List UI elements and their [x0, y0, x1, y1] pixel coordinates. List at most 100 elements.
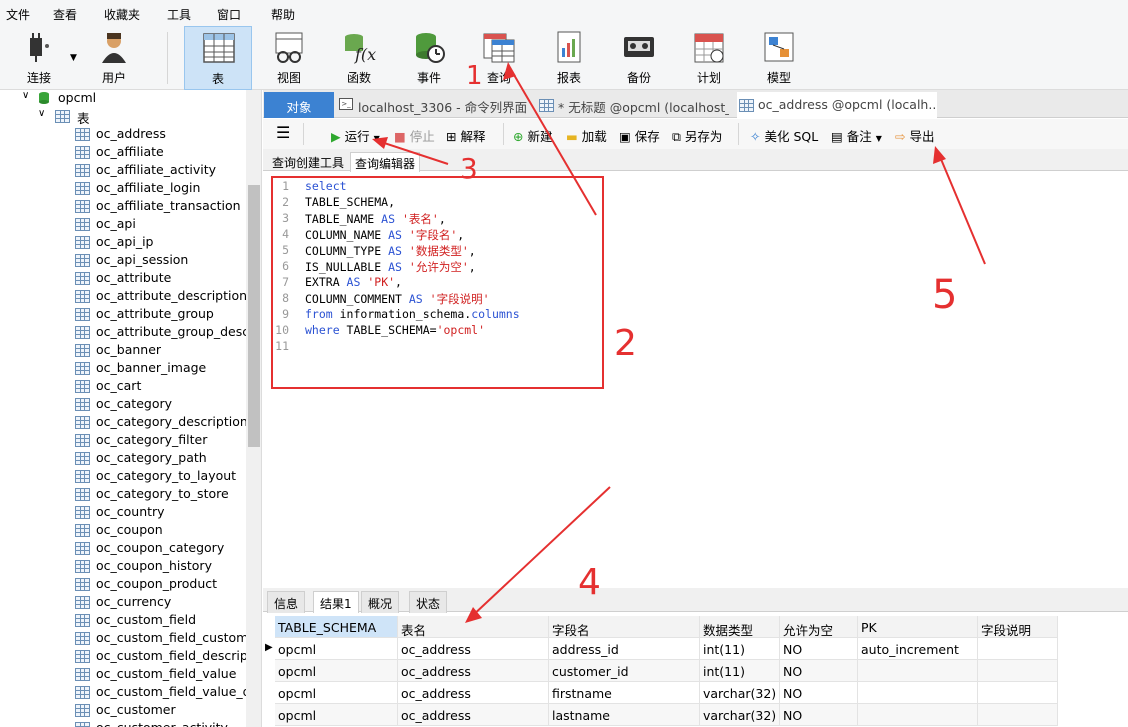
- tree-table-item[interactable]: oc_category_to_store: [0, 486, 246, 504]
- grid-cell[interactable]: customer_id: [549, 660, 700, 682]
- schedule-button[interactable]: 计划: [675, 26, 743, 90]
- grid-cell[interactable]: NO: [780, 660, 858, 682]
- tree-table-item[interactable]: oc_api_ip: [0, 234, 246, 252]
- save-as-button[interactable]: ⧉ 另存为: [672, 126, 722, 145]
- tree-table-item[interactable]: oc_custom_field_value: [0, 666, 246, 684]
- tree-table-item[interactable]: oc_api: [0, 216, 246, 234]
- grid-cell[interactable]: opcml: [275, 682, 398, 704]
- connect-button[interactable]: 连接: [5, 26, 73, 90]
- grid-header[interactable]: PK: [858, 616, 978, 638]
- backup-button[interactable]: 备份: [605, 26, 673, 90]
- grid-cell[interactable]: [858, 660, 978, 682]
- caret-down-icon[interactable]: ▼: [374, 134, 380, 143]
- result-grid[interactable]: TABLE_SCHEMA 表名 字段名 数据类型 允许为空 PK 字段说明 ▶ opcml oc_…: [263, 613, 1128, 727]
- tab-status[interactable]: 状态: [409, 591, 448, 613]
- tree-table-item[interactable]: oc_category_to_layout: [0, 468, 246, 486]
- menu-tools[interactable]: 工具: [167, 6, 191, 23]
- tab-query-editor[interactable]: 查询编辑器: [350, 152, 421, 172]
- tab-overview[interactable]: 概况: [361, 591, 400, 613]
- grid-cell[interactable]: [858, 682, 978, 704]
- tab-console[interactable]: >_ localhost_3306 - 命令列界面: [339, 92, 529, 118]
- grid-cell[interactable]: [978, 660, 1058, 682]
- grid-header[interactable]: TABLE_SCHEMA: [275, 616, 398, 638]
- beautify-sql-button[interactable]: ✧ 美化 SQL: [750, 126, 818, 145]
- tree-table-item[interactable]: oc_custom_field_descriptio: [0, 648, 261, 666]
- tree-tables-group[interactable]: ∨ 表: [0, 108, 246, 126]
- grid-cell[interactable]: varchar(32): [700, 682, 780, 704]
- grid-cell[interactable]: auto_increment: [858, 638, 978, 660]
- grid-cell[interactable]: int(11): [700, 660, 780, 682]
- table-button[interactable]: 表: [184, 26, 252, 90]
- caret-down-icon[interactable]: ▼: [876, 134, 882, 143]
- object-tree[interactable]: ∨ opcml ∨ 表 oc_address oc_affiliate oc_aff…: [0, 90, 262, 727]
- sql-editor[interactable]: 1 select 2 TABLE_SCHEMA, 3 TABLE_NAME AS '表名'…: [263, 172, 1128, 587]
- tree-table-item[interactable]: oc_affiliate: [0, 144, 246, 162]
- tree-table-item[interactable]: oc_customer_activity: [0, 720, 246, 727]
- grid-cell[interactable]: varchar(32): [700, 704, 780, 726]
- grid-cell[interactable]: NO: [780, 638, 858, 660]
- tree-table-item[interactable]: oc_customer: [0, 702, 246, 720]
- tree-table-item[interactable]: oc_category_filter: [0, 432, 246, 450]
- menu-help[interactable]: 帮助: [271, 6, 295, 23]
- explain-button[interactable]: ⊞ 解释: [446, 126, 485, 145]
- connect-dropdown-icon[interactable]: ▼: [70, 53, 77, 63]
- grid-cell[interactable]: [978, 638, 1058, 660]
- grid-cell[interactable]: oc_address: [398, 638, 549, 660]
- tab-result1[interactable]: 结果1: [313, 591, 359, 613]
- grid-header[interactable]: 允许为空: [780, 616, 858, 638]
- grid-cell[interactable]: [858, 704, 978, 726]
- grid-cell[interactable]: opcml: [275, 704, 398, 726]
- view-button[interactable]: 视图: [255, 26, 323, 90]
- tree-table-item[interactable]: oc_attribute_group: [0, 306, 246, 324]
- tab-info[interactable]: 信息: [267, 591, 306, 613]
- grid-cell[interactable]: opcml: [275, 660, 398, 682]
- grid-cell[interactable]: NO: [780, 682, 858, 704]
- tree-db-node[interactable]: ∨ opcml: [0, 90, 246, 108]
- tab-query-builder[interactable]: 查询创建工具: [268, 152, 348, 172]
- function-button[interactable]: f(x) 函数: [325, 26, 393, 90]
- grid-header[interactable]: 字段名: [549, 616, 700, 638]
- grid-cell[interactable]: firstname: [549, 682, 700, 704]
- tree-table-item[interactable]: oc_affiliate_activity: [0, 162, 246, 180]
- grid-cell[interactable]: oc_address: [398, 682, 549, 704]
- tree-table-item[interactable]: oc_country: [0, 504, 246, 522]
- tree-table-item[interactable]: oc_banner: [0, 342, 246, 360]
- grid-cell[interactable]: oc_address: [398, 660, 549, 682]
- chevron-down-icon[interactable]: ∨: [22, 90, 29, 101]
- menu-file[interactable]: 文件: [6, 6, 30, 23]
- grid-header[interactable]: 表名: [398, 616, 549, 638]
- grid-header[interactable]: 数据类型: [700, 616, 780, 638]
- report-button[interactable]: 报表: [535, 26, 603, 90]
- save-button[interactable]: ▣ 保存: [619, 126, 660, 145]
- tree-table-item[interactable]: oc_banner_image: [0, 360, 246, 378]
- tab-untitled-query[interactable]: * 无标题 @opcml (localhost_...: [539, 92, 729, 118]
- grid-cell[interactable]: opcml: [275, 638, 398, 660]
- tree-table-item[interactable]: oc_category_description: [0, 414, 248, 432]
- grid-cell[interactable]: oc_address: [398, 704, 549, 726]
- grid-cell[interactable]: address_id: [549, 638, 700, 660]
- grid-cell[interactable]: [978, 704, 1058, 726]
- grid-cell[interactable]: int(11): [700, 638, 780, 660]
- grid-cell[interactable]: NO: [780, 704, 858, 726]
- tree-table-item[interactable]: oc_custom_field: [0, 612, 246, 630]
- hamburger-menu-icon[interactable]: ☰: [276, 123, 290, 142]
- tree-scroll-thumb[interactable]: [248, 185, 260, 447]
- query-button[interactable]: 查询: [465, 26, 533, 90]
- menu-view[interactable]: 查看: [53, 6, 77, 23]
- tree-table-item[interactable]: oc_attribute_group_descri: [0, 324, 258, 342]
- run-button[interactable]: ▶ 运行 ▼: [331, 126, 380, 145]
- stop-button[interactable]: ■ 停止: [394, 126, 435, 145]
- load-button[interactable]: ▬ 加载: [566, 126, 607, 145]
- tree-table-item[interactable]: oc_affiliate_transaction: [0, 198, 246, 216]
- tree-table-item[interactable]: oc_category_path: [0, 450, 246, 468]
- grid-header[interactable]: 字段说明: [978, 616, 1058, 638]
- tree-table-item[interactable]: oc_coupon: [0, 522, 246, 540]
- menu-window[interactable]: 窗口: [217, 6, 241, 23]
- comment-button[interactable]: ▤ 备注 ▼: [831, 126, 882, 145]
- tab-oc-address[interactable]: oc_address @opcml (localh...: [737, 92, 937, 118]
- new-query-button[interactable]: ⊕ 新建: [513, 126, 552, 145]
- tree-table-item[interactable]: oc_custom_field_value_des: [0, 684, 261, 702]
- model-button[interactable]: 模型: [745, 26, 813, 90]
- tree-table-item[interactable]: oc_attribute_description: [0, 288, 247, 306]
- tab-objects[interactable]: 对象: [264, 92, 334, 118]
